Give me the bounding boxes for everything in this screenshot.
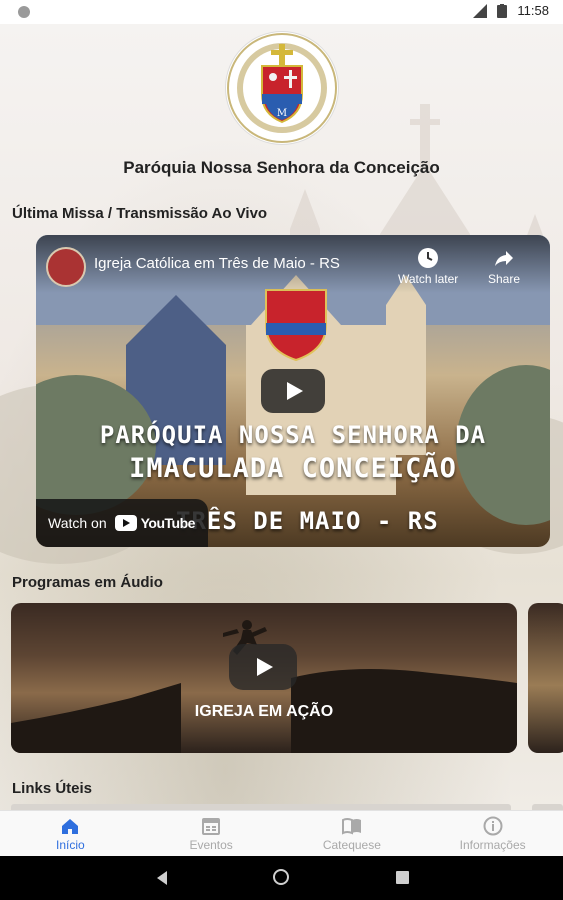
tab-eventos[interactable]: Eventos (141, 811, 282, 857)
video-overlay-line-2: IMACULADA CONCEIÇÃO (129, 453, 457, 484)
watch-on-label: Watch on (48, 515, 107, 531)
tab-label-eventos: Eventos (189, 838, 233, 852)
info-icon (483, 816, 503, 836)
tab-label-catequese: Catequese (322, 838, 381, 852)
youtube-wordmark: YouTube (140, 515, 196, 531)
tab-informacoes[interactable]: Informações (422, 811, 563, 857)
back-icon[interactable] (157, 871, 167, 885)
system-nav-bar (0, 856, 563, 900)
youtube-logo: YouTube (114, 515, 196, 531)
parish-logo: M (226, 32, 338, 144)
bottom-tab-bar: Início Eventos Catequese Informações (0, 810, 563, 857)
share-button[interactable]: Share (488, 247, 520, 286)
tab-label-inicio: Início (56, 838, 85, 852)
clock-icon (418, 248, 439, 268)
watch-on-youtube-button[interactable]: Watch on YouTube (36, 499, 208, 547)
audio-play-button[interactable] (229, 644, 297, 690)
tab-label-informacoes: Informações (459, 838, 526, 852)
battery-icon (497, 3, 508, 18)
audio-program-title: IGREJA EM AÇÃO (194, 703, 334, 720)
tab-catequese[interactable]: Catequese (282, 811, 423, 857)
section-title-live: Última Missa / Transmissão Ao Vivo (12, 205, 268, 222)
svg-text:M: M (277, 108, 287, 119)
page-title: Paróquia Nossa Senhora da Conceição (123, 158, 440, 177)
status-time: 11:58 (517, 3, 549, 18)
recent-apps-icon[interactable] (396, 871, 409, 884)
video-overlay-line-1: PARÓQUIA NOSSA SENHORA DA (99, 421, 487, 449)
tab-inicio[interactable]: Início (0, 811, 141, 857)
video-title[interactable]: Igreja Católica em Três de Maio - RS (94, 255, 340, 272)
watch-later-button[interactable]: Watch later (398, 247, 458, 286)
signal-icon (473, 3, 488, 18)
audio-program-card-next[interactable] (528, 603, 563, 753)
section-title-links: Links Úteis (12, 780, 93, 797)
channel-avatar[interactable] (46, 247, 86, 287)
book-icon (341, 818, 361, 835)
video-overlay-line-3: TRÊS DE MAIO - RS (176, 507, 439, 535)
video-play-button[interactable] (261, 369, 325, 413)
audio-program-card[interactable]: IGREJA EM AÇÃO (11, 603, 517, 753)
section-title-audio: Programas em Áudio (12, 574, 163, 591)
calendar-icon (202, 818, 221, 835)
youtube-video-player[interactable]: Igreja Católica em Três de Maio - RS Wat… (36, 235, 550, 547)
status-bar: 11:58 (0, 0, 563, 24)
youtube-play-icon (114, 515, 137, 531)
share-label: Share (488, 272, 521, 286)
watch-later-label: Watch later (398, 272, 459, 286)
home-circle-icon[interactable] (273, 869, 289, 885)
share-icon (495, 251, 514, 266)
home-icon (62, 819, 79, 834)
notification-icon (18, 6, 30, 18)
